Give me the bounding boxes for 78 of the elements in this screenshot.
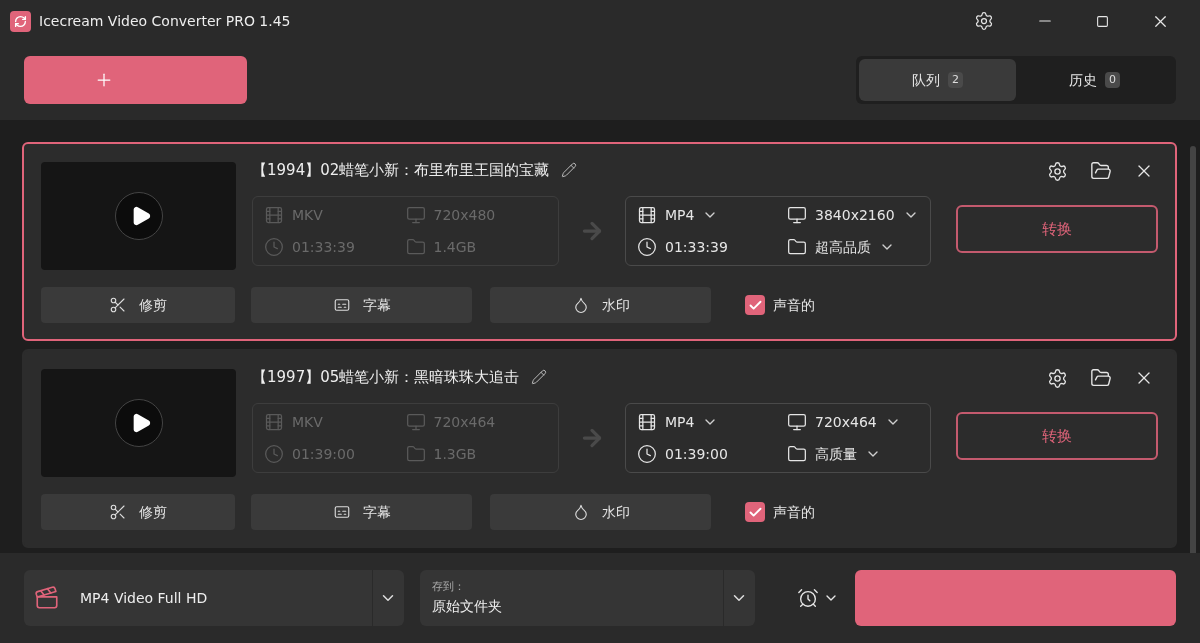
- clock-icon: [637, 444, 657, 464]
- captions-icon: [332, 296, 351, 314]
- save-location-dropdown[interactable]: 存到： 原始文件夹: [419, 570, 755, 626]
- target-resolution[interactable]: 3840x2160: [815, 204, 895, 226]
- monitor-icon: [787, 205, 807, 225]
- folder-icon: [405, 237, 426, 257]
- convert-button[interactable]: 转换: [956, 412, 1158, 460]
- source-resolution: 720x480: [433, 205, 496, 225]
- count-badge: 0: [1105, 71, 1120, 89]
- pencil-icon[interactable]: [561, 162, 578, 178]
- clock-icon: [264, 237, 284, 257]
- source-format: MKV: [292, 412, 323, 432]
- video-title: 【1997】05蜡笔小新：黑暗珠珠大追击: [252, 366, 520, 388]
- target-resolution[interactable]: 720x464: [815, 411, 877, 433]
- trim-button[interactable]: 修剪: [41, 494, 235, 530]
- audio-label: 声音的: [773, 502, 815, 522]
- app-logo-icon: [10, 10, 31, 32]
- source-size: 1.3GB: [433, 444, 477, 464]
- source-resolution: 720x464: [433, 412, 496, 432]
- source-format: MKV: [292, 205, 323, 225]
- task-card[interactable]: 【1994】02蜡笔小新：布里布里王国的宝藏 MKV 720x480 01:33:39 1.4GB MP4 3840x2160 01:33:39 超高品质 转换 修剪 字幕 水印 声音的: [22, 142, 1177, 341]
- audio-label: 声音的: [773, 295, 815, 315]
- clock-icon: [637, 237, 657, 257]
- folder-icon: [787, 237, 807, 257]
- scrollbar[interactable]: [1190, 146, 1196, 553]
- clock-icon: [264, 444, 284, 464]
- scissors-icon: [109, 296, 127, 314]
- task-card[interactable]: 【1997】05蜡笔小新：黑暗珠珠大追击 MKV 720x464 01:39:00 1.3GB MP4 720x464 01:39:00 高质量 转换 修剪 字幕 水印 声音的: [22, 349, 1177, 548]
- captions-icon: [332, 503, 351, 521]
- monitor-icon: [405, 205, 426, 225]
- video-title: 【1994】02蜡笔小新：布里布里王国的宝藏: [252, 159, 550, 181]
- settings-icon[interactable]: [974, 11, 994, 31]
- play-button[interactable]: [114, 192, 163, 240]
- video-thumbnail[interactable]: [41, 369, 236, 477]
- target-format[interactable]: MP4: [665, 204, 695, 226]
- convert-button[interactable]: 转换: [956, 205, 1158, 253]
- audio-checkbox[interactable]: [745, 502, 765, 522]
- maximize-icon[interactable]: [1096, 14, 1109, 28]
- alarm-clock-icon[interactable]: [796, 587, 819, 609]
- folder-icon: [787, 444, 807, 464]
- audio-checkbox[interactable]: [745, 295, 765, 315]
- monitor-icon: [405, 412, 426, 432]
- subtitles-button[interactable]: 字幕: [251, 494, 472, 530]
- save-location-label: 存到：: [431, 579, 466, 596]
- scissors-icon: [109, 503, 127, 521]
- settings-icon[interactable]: [1047, 367, 1068, 389]
- film-icon: [264, 412, 284, 432]
- target-quality[interactable]: 高质量: [815, 443, 857, 465]
- save-location-value: 原始文件夹: [431, 596, 502, 616]
- target-format[interactable]: MP4: [665, 411, 695, 433]
- tab[interactable]: 历史 0: [1016, 59, 1173, 101]
- film-icon: [637, 205, 657, 225]
- window-title: Icecream Video Converter PRO 1.45: [39, 11, 291, 31]
- play-button[interactable]: [114, 399, 163, 447]
- folder-icon: [405, 444, 426, 464]
- source-duration: 01:33:39: [292, 237, 355, 257]
- film-icon: [34, 585, 60, 611]
- source-size: 1.4GB: [433, 237, 477, 257]
- settings-icon[interactable]: [1047, 160, 1068, 182]
- source-duration: 01:39:00: [292, 444, 355, 464]
- pencil-icon[interactable]: [531, 369, 548, 385]
- film-icon: [264, 205, 284, 225]
- tab[interactable]: 队列 2: [859, 59, 1016, 101]
- folder-open-icon[interactable]: [1090, 160, 1112, 182]
- target-duration: 01:39:00: [665, 444, 728, 464]
- preset-label: MP4 Video Full HD: [80, 588, 208, 608]
- folder-open-icon[interactable]: [1090, 367, 1112, 389]
- watermark-button[interactable]: 水印: [490, 494, 711, 530]
- monitor-icon: [787, 412, 807, 432]
- target-duration: 01:33:39: [665, 237, 728, 257]
- video-thumbnail[interactable]: [41, 162, 236, 270]
- film-icon: [637, 412, 657, 432]
- target-quality[interactable]: 超高品质: [815, 236, 871, 258]
- preset-dropdown[interactable]: MP4 Video Full HD: [24, 570, 404, 626]
- watermark-button[interactable]: 水印: [490, 287, 711, 323]
- count-badge: 2: [948, 71, 963, 89]
- trim-button[interactable]: 修剪: [41, 287, 235, 323]
- subtitles-button[interactable]: 字幕: [251, 287, 472, 323]
